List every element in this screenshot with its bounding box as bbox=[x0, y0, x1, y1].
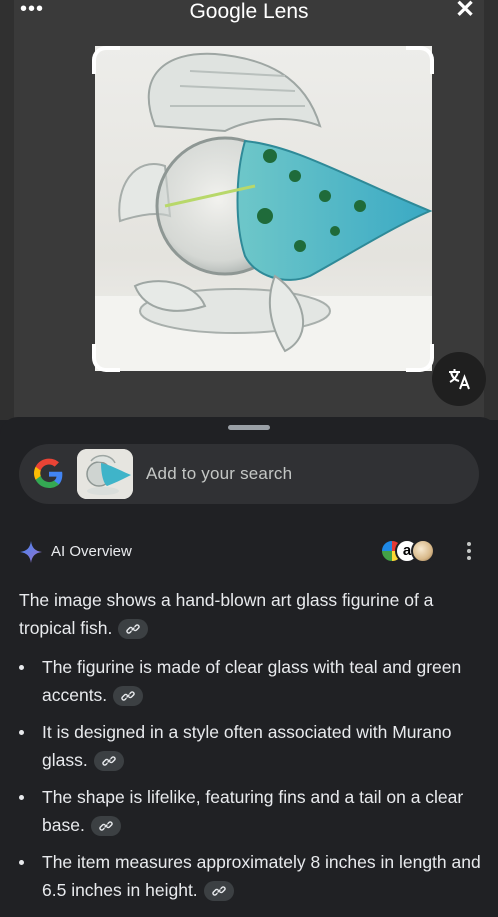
add-to-search-bar[interactable]: Add to your search bbox=[19, 444, 479, 504]
results-sheet: Add to your search AI Overview a The ima… bbox=[0, 417, 498, 917]
search-placeholder: Add to your search bbox=[146, 464, 293, 483]
bullet-text: The figurine is made of clear glass with… bbox=[42, 657, 462, 705]
link-icon[interactable] bbox=[203, 881, 234, 902]
link-icon[interactable] bbox=[90, 816, 121, 837]
crop-handle-top-left[interactable] bbox=[92, 46, 120, 74]
source-favicon bbox=[411, 539, 435, 563]
google-logo-icon bbox=[34, 458, 63, 488]
app-title: Google Lens bbox=[189, 0, 309, 23]
thumbnail-image bbox=[77, 449, 133, 499]
crop-handle-top-right[interactable] bbox=[406, 46, 434, 74]
list-item: The item measures approximately 8 inches… bbox=[19, 848, 481, 904]
source-favicons[interactable]: a bbox=[380, 539, 440, 565]
ai-overview-bullets: The figurine is made of clear glass with… bbox=[19, 653, 481, 913]
link-icon[interactable] bbox=[118, 619, 149, 640]
crop-handle-bottom-right[interactable] bbox=[406, 344, 434, 372]
translate-icon bbox=[449, 369, 470, 390]
bullet-text: The item measures approximately 8 inches… bbox=[42, 852, 481, 900]
sparkle-icon bbox=[20, 541, 42, 563]
summary-text: The image shows a hand-blown art glass f… bbox=[19, 590, 434, 638]
selected-image[interactable] bbox=[95, 46, 432, 371]
translate-button[interactable] bbox=[432, 352, 486, 406]
glass-fish-image bbox=[95, 52, 432, 371]
ai-overview-title: AI Overview bbox=[51, 543, 132, 560]
ai-overview-header: AI Overview a bbox=[19, 538, 479, 566]
crop-handle-bottom-left[interactable] bbox=[92, 344, 120, 372]
list-item: The figurine is made of clear glass with… bbox=[19, 653, 481, 709]
ai-overview-summary: The image shows a hand-blown art glass f… bbox=[19, 586, 481, 642]
image-thumbnail[interactable] bbox=[77, 449, 133, 499]
close-icon[interactable]: ✕ bbox=[453, 0, 477, 22]
link-icon[interactable] bbox=[113, 686, 144, 707]
list-item: It is designed in a style often associat… bbox=[19, 718, 481, 774]
link-icon[interactable] bbox=[93, 751, 124, 772]
image-viewer: ••• Google Lens ✕ bbox=[0, 0, 498, 420]
top-bar: ••• Google Lens ✕ bbox=[0, 0, 498, 26]
list-item: The shape is lifelike, featuring fins an… bbox=[19, 783, 481, 839]
more-vertical-icon[interactable] bbox=[462, 539, 476, 563]
sheet-drag-handle[interactable] bbox=[228, 425, 270, 430]
